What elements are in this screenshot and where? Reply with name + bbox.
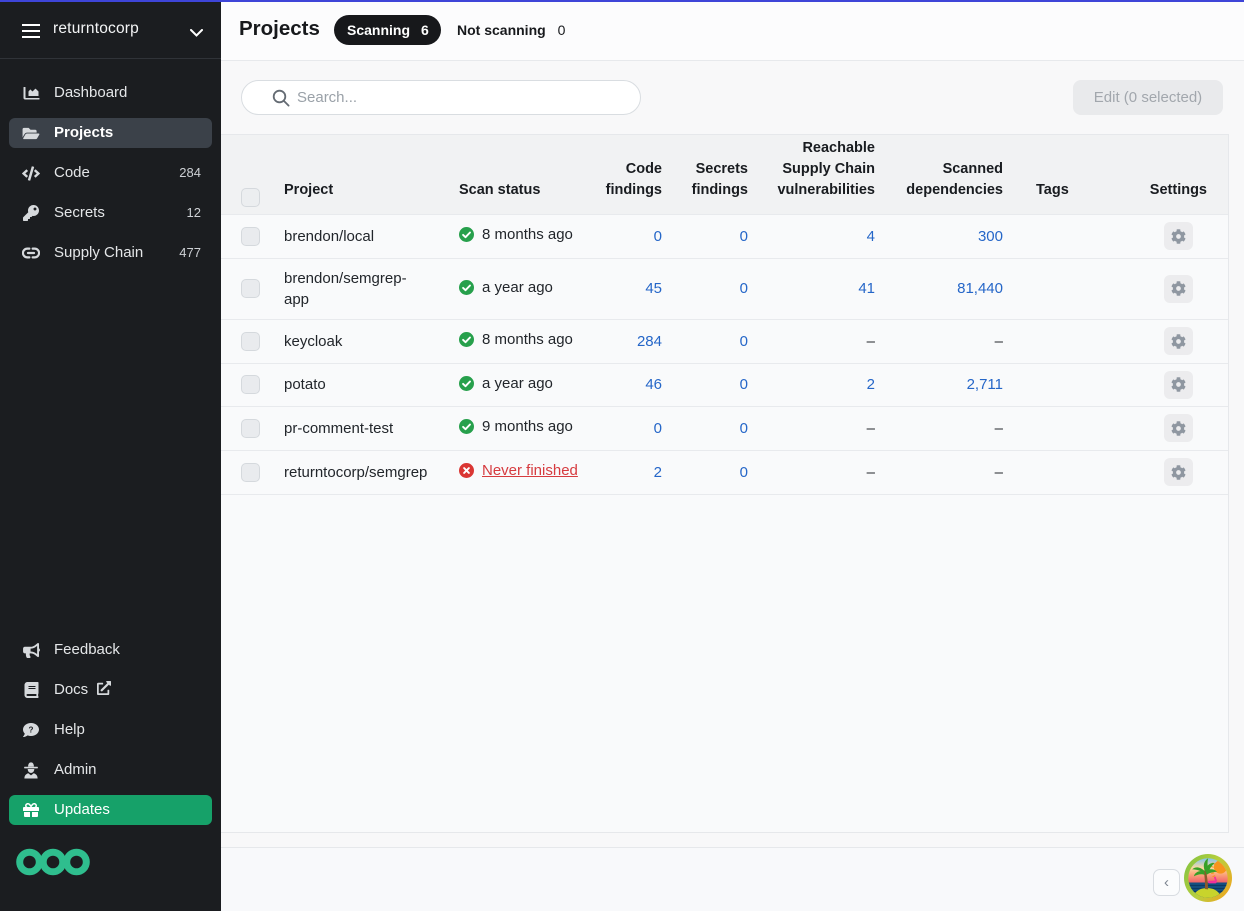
svg-text:?: ?: [29, 725, 34, 734]
